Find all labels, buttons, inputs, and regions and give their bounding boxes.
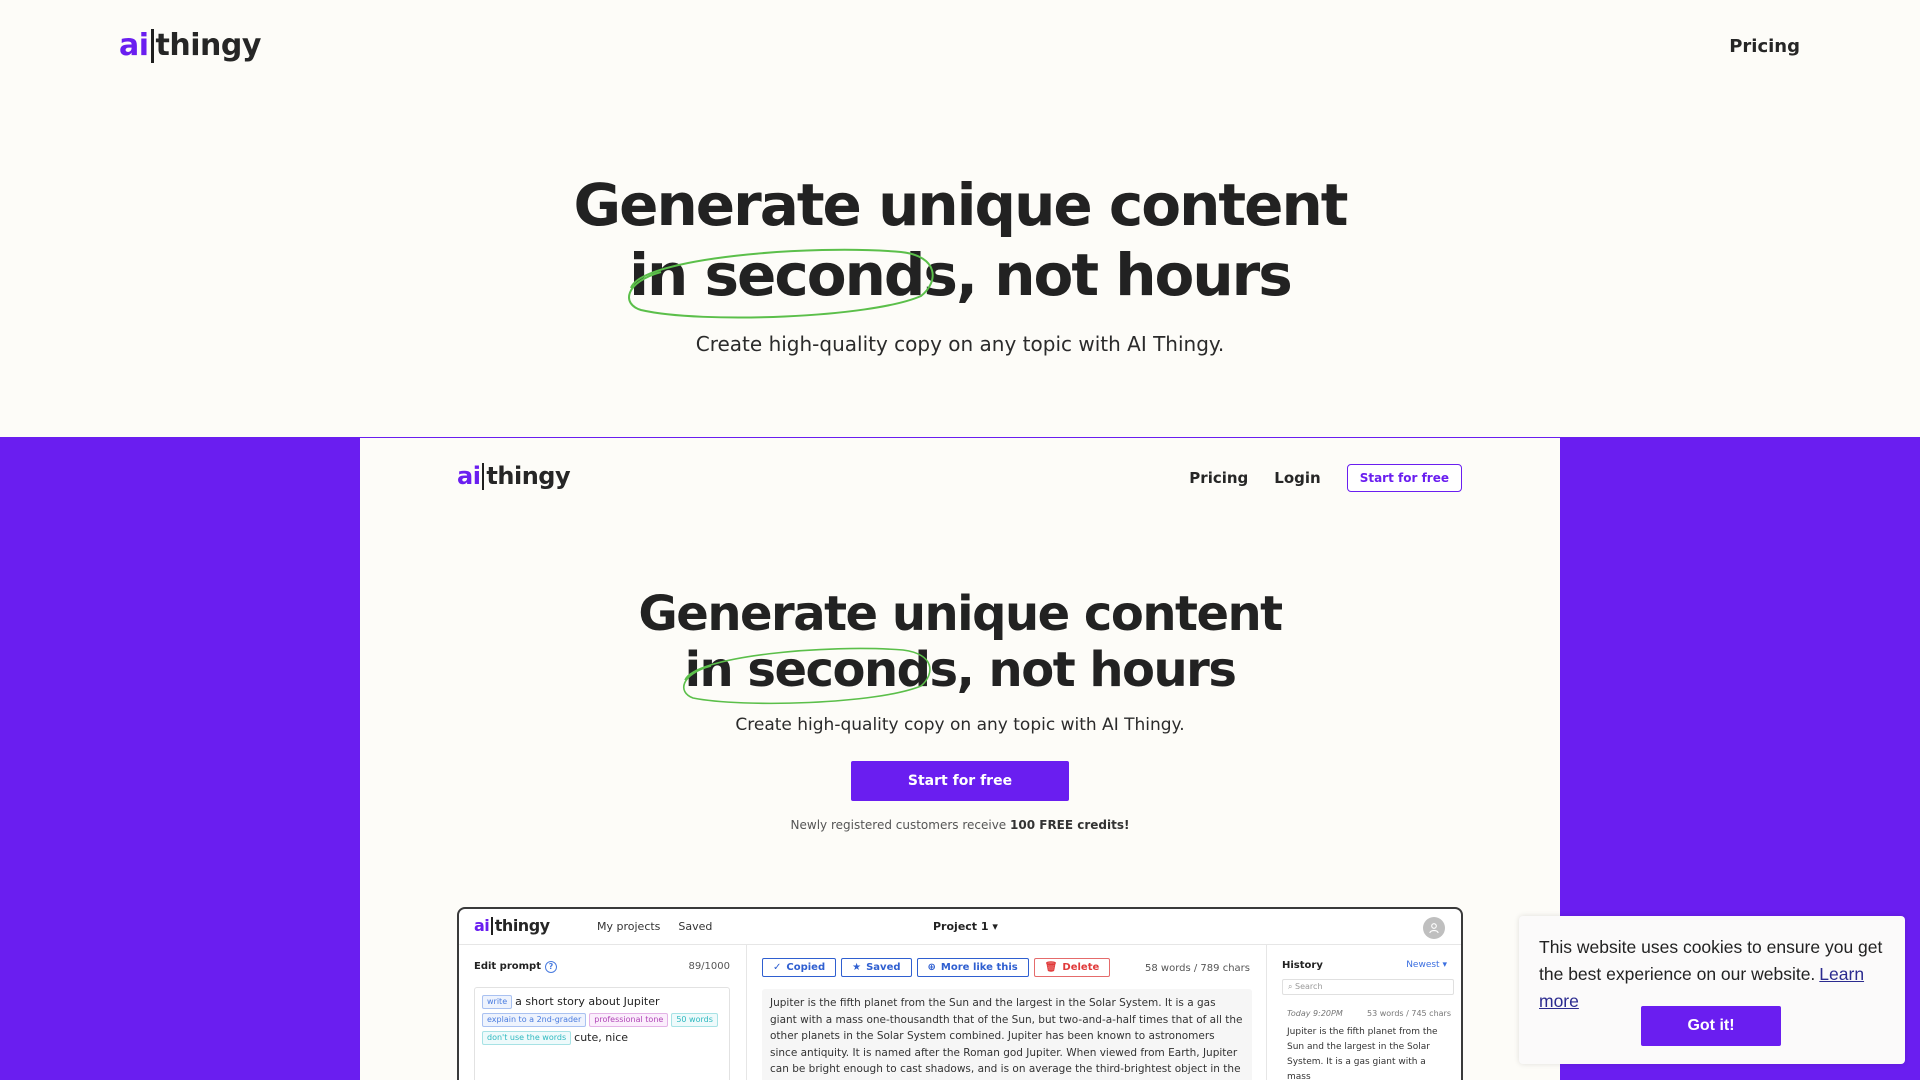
edit-prompt-label: Edit prompt? bbox=[474, 961, 557, 973]
hero-section: Generate unique content in seconds , not… bbox=[0, 170, 1920, 356]
app-tabs: My projects Saved bbox=[597, 920, 712, 933]
history-item-text[interactable]: Jupiter is the fifth planet from the Sun… bbox=[1287, 1025, 1447, 1080]
site-logo[interactable]: ai thingy bbox=[119, 28, 261, 63]
preview-title-rest: , not hours bbox=[956, 642, 1237, 698]
preview-logo[interactable]: ai thingy bbox=[457, 462, 571, 490]
site-header: ai thingy Pricing bbox=[0, 0, 1920, 96]
preview-start-free-button[interactable]: Start for free bbox=[1346, 464, 1462, 492]
hero-subtitle: Create high-quality copy on any topic wi… bbox=[695, 332, 1225, 356]
cookie-banner: This website uses cookies to ensure you … bbox=[1519, 916, 1905, 1064]
tab-my-projects[interactable]: My projects bbox=[597, 920, 660, 933]
saved-button[interactable]: ★ Saved bbox=[841, 958, 912, 977]
project-selector[interactable]: Project 1 ▾ bbox=[933, 920, 998, 933]
logo-divider bbox=[482, 462, 485, 490]
history-label: History bbox=[1282, 960, 1323, 971]
search-icon: ⌕ bbox=[1288, 982, 1293, 991]
preview-hero: Generate unique content in seconds , not… bbox=[360, 586, 1560, 832]
preview-nav-pricing[interactable]: Pricing bbox=[1189, 469, 1248, 487]
output-actions: ✓ Copied ★ Saved ⊕ More like this 🗑 Delete bbox=[762, 958, 1111, 977]
tab-saved[interactable]: Saved bbox=[678, 920, 712, 933]
tag-explain[interactable]: explain to a 2nd-grader bbox=[482, 1013, 587, 1027]
edit-prompt-panel: Edit prompt? 89/1000 write a short story … bbox=[459, 945, 747, 1080]
app-logo: ai thingy bbox=[474, 916, 550, 935]
start-for-free-button[interactable]: Start for free bbox=[851, 761, 1069, 801]
star-icon: ★ bbox=[852, 962, 862, 973]
tag-write[interactable]: write bbox=[482, 995, 513, 1009]
prompt-topic: a short story about Jupiter bbox=[515, 995, 660, 1008]
preview-nav: Pricing Login Start for free bbox=[1189, 464, 1462, 492]
app-screenshot: ai thingy My projects Saved Project 1 ▾ E… bbox=[457, 907, 1463, 1080]
logo-ai: ai bbox=[457, 462, 481, 490]
history-search-input[interactable]: ⌕ Search bbox=[1282, 979, 1454, 995]
hero-title: Generate unique content in seconds , not… bbox=[0, 170, 1920, 319]
history-sort-dropdown[interactable]: Newest ▾ bbox=[1406, 960, 1447, 970]
cookie-accept-button[interactable]: Got it! bbox=[1641, 1006, 1781, 1046]
hero-title-rest: , not hours bbox=[955, 241, 1293, 309]
nav-pricing-link[interactable]: Pricing bbox=[1729, 36, 1800, 57]
tag-tone[interactable]: professional tone bbox=[589, 1013, 669, 1027]
user-avatar-icon[interactable] bbox=[1423, 917, 1445, 939]
app-topbar: ai thingy My projects Saved Project 1 ▾ bbox=[459, 909, 1461, 945]
chevron-down-icon: ▾ bbox=[992, 920, 998, 933]
preview-title-line1: Generate unique content bbox=[638, 586, 1283, 642]
logo-divider bbox=[150, 28, 154, 63]
tag-length[interactable]: 50 words bbox=[671, 1013, 718, 1027]
trash-icon: 🗑 bbox=[1044, 962, 1058, 973]
logo-thingy: thingy bbox=[155, 28, 262, 63]
help-icon[interactable]: ? bbox=[545, 961, 557, 973]
history-item-meta: Today 9:20PM 53 words / 745 chars bbox=[1287, 1009, 1451, 1018]
output-word-count: 58 words / 789 chars bbox=[1145, 963, 1250, 974]
tag-dont-use[interactable]: don't use the words bbox=[482, 1031, 572, 1045]
preview-hero-title: Generate unique content in seconds , not… bbox=[360, 586, 1560, 705]
generated-output-text[interactable]: Jupiter is the fifth planet from the Sun… bbox=[762, 989, 1252, 1080]
output-panel: ✓ Copied ★ Saved ⊕ More like this 🗑 Delete 5… bbox=[747, 945, 1267, 1080]
hero-title-highlight: in seconds bbox=[628, 240, 958, 319]
preview-title-highlight: in seconds bbox=[682, 642, 958, 705]
delete-button[interactable]: 🗑 Delete bbox=[1033, 958, 1111, 977]
prompt-editor[interactable]: write a short story about Jupiter explain… bbox=[474, 987, 730, 1080]
cookie-message: This website uses cookies to ensure you … bbox=[1539, 937, 1883, 1011]
logo-thingy: thingy bbox=[486, 462, 571, 490]
logo-ai: ai bbox=[119, 28, 149, 63]
prompt-char-count: 89/1000 bbox=[688, 961, 730, 972]
page-preview: ai thingy Pricing Login Start for free Ge… bbox=[360, 438, 1560, 1080]
hero-title-line1: Generate unique content bbox=[573, 171, 1349, 239]
more-like-this-button[interactable]: ⊕ More like this bbox=[916, 958, 1029, 977]
history-panel: History Newest ▾ ⌕ Search Today 9:20PM 53… bbox=[1267, 945, 1461, 1080]
dont-use-words: cute, nice bbox=[574, 1031, 629, 1044]
preview-hero-subtitle: Create high-quality copy on any topic wi… bbox=[735, 715, 1185, 735]
plus-circle-icon: ⊕ bbox=[927, 962, 936, 973]
preview-nav-login[interactable]: Login bbox=[1274, 469, 1320, 487]
free-credits-note: Newly registered customers receive 100 F… bbox=[790, 818, 1130, 832]
check-icon: ✓ bbox=[773, 962, 782, 973]
chevron-down-icon: ▾ bbox=[1442, 960, 1447, 970]
copied-button[interactable]: ✓ Copied bbox=[762, 958, 837, 977]
